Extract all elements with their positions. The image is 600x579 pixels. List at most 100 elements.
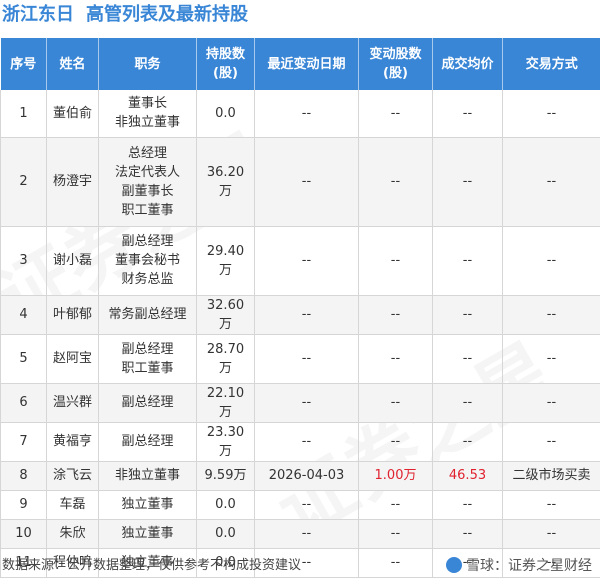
- last-change-date: --: [254, 137, 359, 227]
- average-price: --: [432, 383, 503, 423]
- position-line: 职工董事: [121, 202, 174, 218]
- header-col-price: 成交均价: [432, 38, 503, 90]
- last-change-date: --: [254, 226, 359, 296]
- header-col-shares: 持股数 (股): [196, 38, 255, 90]
- snowball-logo-icon: [446, 557, 462, 573]
- changed-shares: --: [358, 548, 433, 578]
- position-line: 董事长: [127, 96, 167, 112]
- last-change-date: --: [254, 90, 359, 138]
- executive-name: 董伯俞: [46, 90, 99, 138]
- row-number: 3: [0, 226, 47, 296]
- data-source-note: 数据来源：公开数据整理，仅供参考不构成投资建议: [2, 558, 302, 573]
- changed-shares: --: [358, 295, 433, 335]
- executive-position: 独立董事: [98, 490, 197, 520]
- shares-held: 29.40万: [196, 226, 255, 296]
- changed-shares: --: [358, 422, 433, 462]
- executive-position: 常务副总经理: [98, 295, 197, 335]
- average-price: 46.53: [432, 461, 503, 491]
- changed-shares: --: [358, 226, 433, 296]
- changed-shares: 1.00万: [358, 461, 433, 491]
- header-col-date: 最近变动日期: [254, 38, 359, 90]
- last-change-date: --: [254, 519, 359, 549]
- average-price: --: [432, 137, 503, 227]
- position-line: 副总经理: [121, 395, 174, 410]
- table-row: 3 谢小磊 副总经理 董事会秘书 财务总监 29.40万 -- -- -- --: [0, 226, 600, 296]
- executive-position: 董事长 非独立董事: [98, 90, 197, 138]
- changed-shares: --: [358, 519, 433, 549]
- trade-method: --: [502, 90, 600, 138]
- position-line: 非独立董事: [114, 115, 180, 131]
- header-col-name: 姓名: [46, 38, 99, 90]
- header-col-no: 序号: [0, 38, 47, 90]
- average-price: --: [432, 295, 503, 335]
- page-title: 浙江东日 高管列表及最新持股: [2, 0, 248, 30]
- trade-method: --: [502, 422, 600, 462]
- average-price: --: [432, 490, 503, 520]
- shares-held: 32.60万: [196, 295, 255, 335]
- executive-position: 非独立董事: [98, 461, 197, 491]
- changed-shares: --: [358, 490, 433, 520]
- last-change-date: 2026-04-03: [254, 461, 359, 491]
- last-change-date: --: [254, 334, 359, 384]
- executive-position: 总经理 法定代表人 副董事长 职工董事: [98, 137, 197, 227]
- table-header-row: 序号 姓名 职务 持股数 (股) 最近变动日期 变动股数 (股) 成交均价 交易方式: [0, 38, 600, 90]
- position-line: 非独立董事: [114, 468, 180, 483]
- last-change-date: --: [254, 422, 359, 462]
- position-line: 独立董事: [121, 497, 174, 512]
- shares-held: 36.20万: [196, 137, 255, 227]
- executive-position: 副总经理 董事会秘书 财务总监: [98, 226, 197, 296]
- shares-held: 0.0: [196, 490, 255, 520]
- executive-name: 谢小磊: [46, 226, 99, 296]
- changed-shares: --: [358, 334, 433, 384]
- row-number: 9: [0, 490, 47, 520]
- average-price: --: [432, 519, 503, 549]
- executive-name: 叶郁郁: [46, 295, 99, 335]
- position-line: 总经理: [127, 145, 167, 161]
- table-title: 高管列表及最新持股: [86, 4, 248, 25]
- executive-name: 车磊: [46, 490, 99, 520]
- table-row: 1 董伯俞 董事长 非独立董事 0.0 -- -- -- --: [0, 90, 600, 138]
- trade-method: --: [502, 519, 600, 549]
- table-row: 2 杨澄宇 总经理 法定代表人 副董事长 职工董事 36.20万 -- -- -- --: [0, 137, 600, 227]
- trade-method: --: [502, 334, 600, 384]
- last-change-date: --: [254, 490, 359, 520]
- position-line: 独立董事: [121, 526, 174, 541]
- row-number: 10: [0, 519, 47, 549]
- last-change-date: --: [254, 295, 359, 335]
- header-col-change: 变动股数 (股): [358, 38, 433, 90]
- table-row: 6 温兴群 副总经理 22.10万 -- -- -- --: [0, 383, 600, 423]
- shares-held: 0.0: [196, 519, 255, 549]
- row-number: 2: [0, 137, 47, 227]
- position-line: 副总经理: [121, 434, 174, 449]
- executive-position: 副总经理 职工董事: [98, 334, 197, 384]
- table-row: 8 涂飞云 非独立董事 9.59万 2026-04-03 1.00万 46.53 二级市场买卖: [0, 461, 600, 491]
- executive-position: 副总经理: [98, 383, 197, 423]
- changed-shares: --: [358, 90, 433, 138]
- trade-method: --: [502, 295, 600, 335]
- executive-position: 独立董事: [98, 519, 197, 549]
- average-price: --: [432, 422, 503, 462]
- average-price: --: [432, 226, 503, 296]
- executive-name: 赵阿宝: [46, 334, 99, 384]
- table-row: 10 朱欣 独立董事 0.0 -- -- -- --: [0, 519, 600, 549]
- trade-method: --: [502, 490, 600, 520]
- executive-name: 黄福亨: [46, 422, 99, 462]
- trade-method: 二级市场买卖: [502, 461, 600, 491]
- table-row: 5 赵阿宝 副总经理 职工董事 28.70万 -- -- -- --: [0, 334, 600, 384]
- shares-held: 22.10万: [196, 383, 255, 423]
- brand-text: 雪球：证券之星财经: [466, 558, 592, 574]
- trade-method: --: [502, 383, 600, 423]
- brand-label: 雪球：证券之星财经: [446, 555, 592, 577]
- row-number: 4: [0, 295, 47, 335]
- table-row: 9 车磊 独立董事 0.0 -- -- -- --: [0, 490, 600, 520]
- shares-held: 9.59万: [196, 461, 255, 491]
- row-number: 5: [0, 334, 47, 384]
- executive-position: 副总经理: [98, 422, 197, 462]
- table-body: 1 董伯俞 董事长 非独立董事 0.0 -- -- -- -- 2 杨澄宇 总经理 法定代表人 副董事长职…: [0, 90, 600, 578]
- position-line: 常务副总经理: [108, 307, 187, 322]
- trade-method: --: [502, 137, 600, 227]
- executive-name: 温兴群: [46, 383, 99, 423]
- executive-name: 朱欣: [46, 519, 99, 549]
- header-col-position: 职务: [98, 38, 197, 90]
- position-line: 法定代表人: [114, 164, 180, 180]
